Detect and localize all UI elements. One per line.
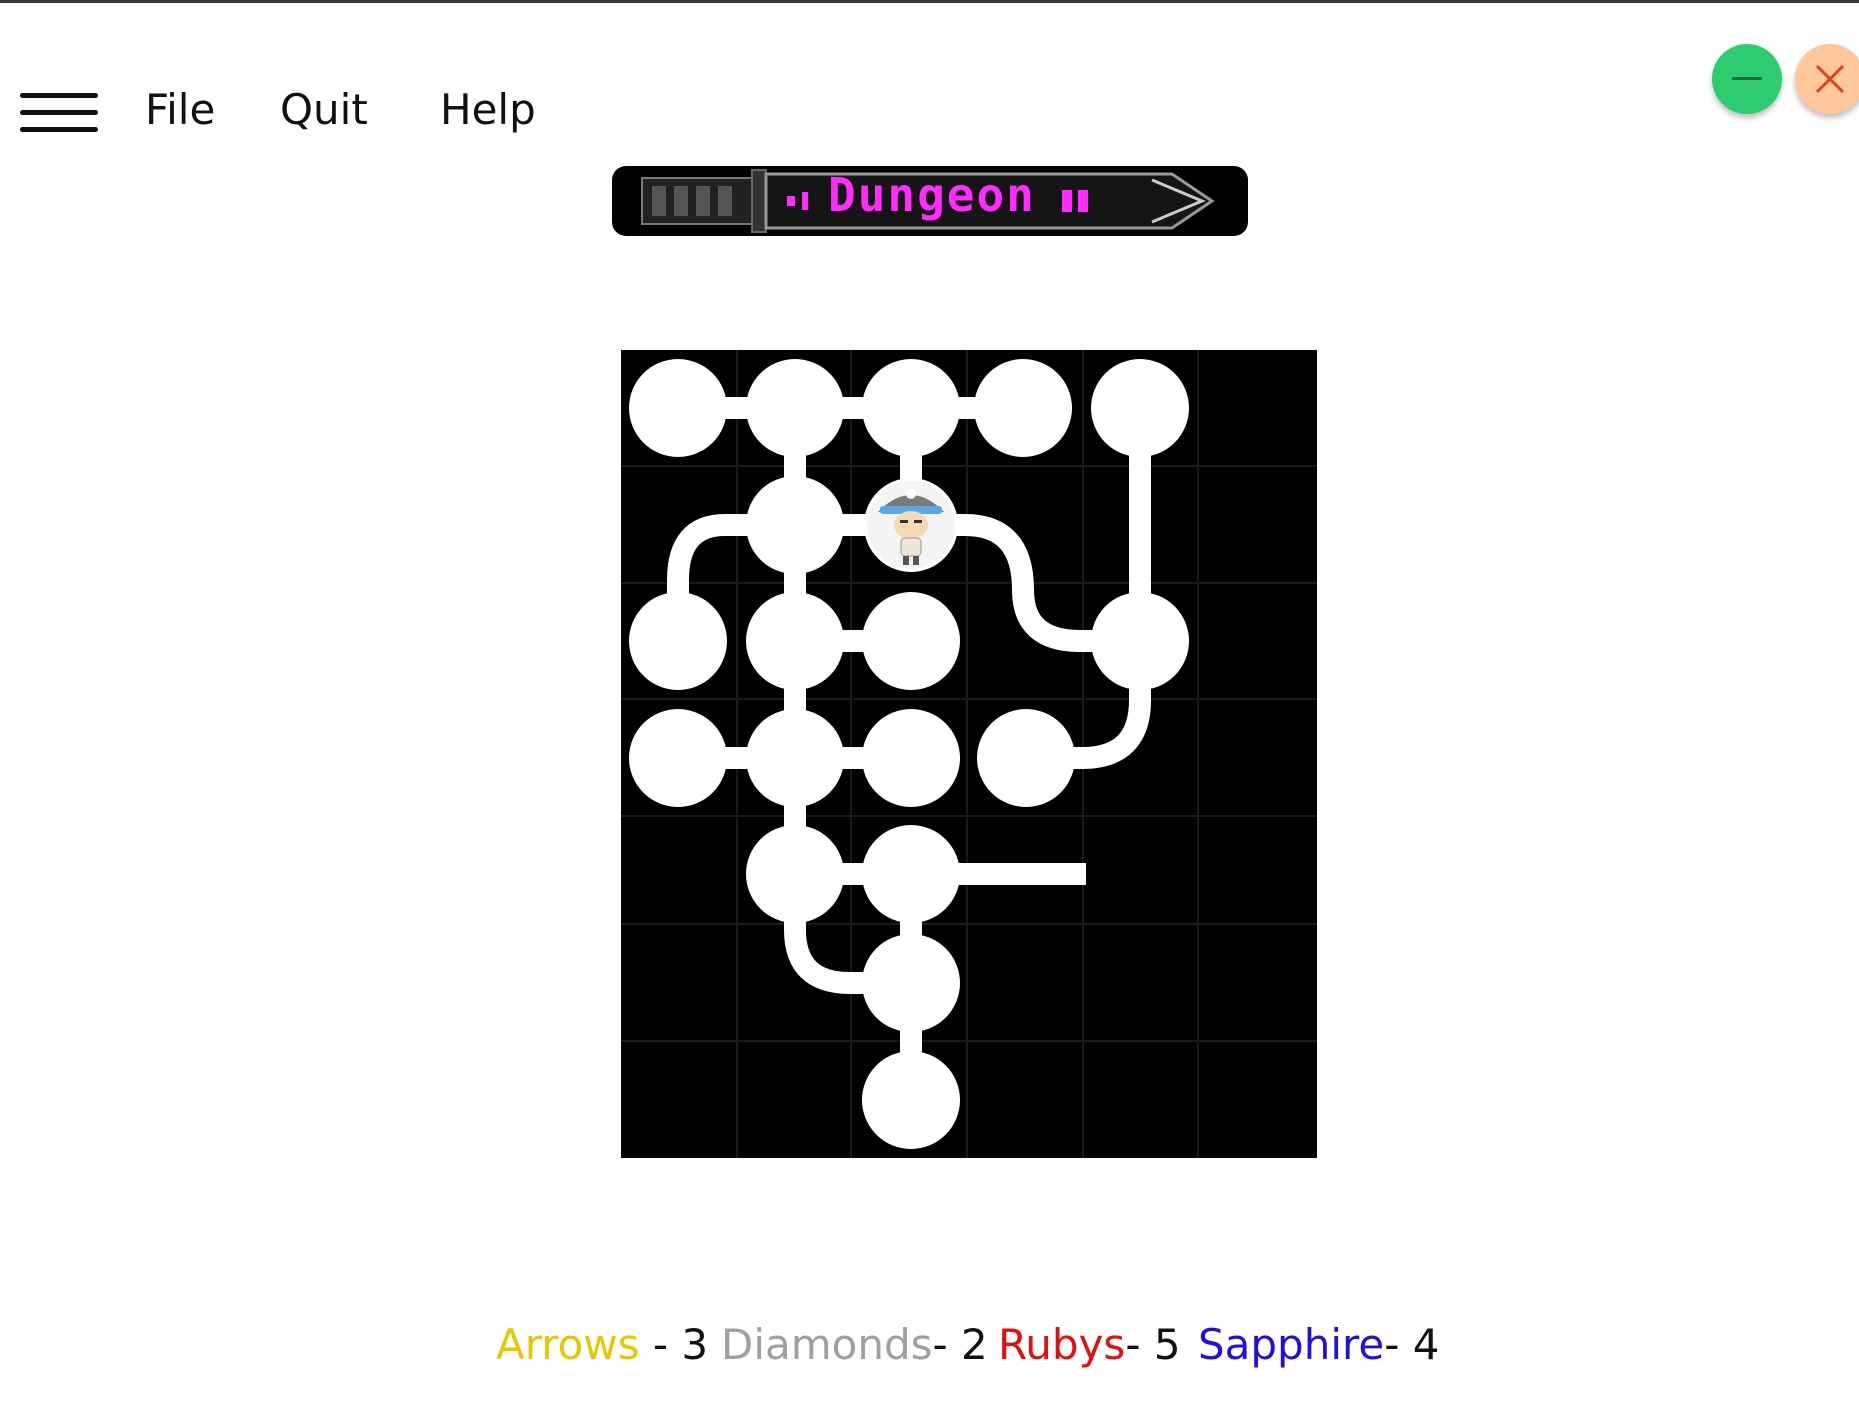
inventory-separator: - — [639, 1320, 682, 1369]
map-node[interactable] — [977, 709, 1075, 807]
map-node[interactable] — [746, 592, 844, 690]
tile-grid — [621, 350, 1317, 1158]
map-node[interactable] — [746, 476, 844, 574]
map-node[interactable] — [629, 359, 727, 457]
inventory-diamonds: Diamonds- 2 — [721, 1320, 988, 1369]
map-node[interactable] — [862, 934, 960, 1032]
dungeon-logo-banner: Dungeon — [612, 166, 1248, 236]
map-node[interactable] — [862, 825, 960, 923]
map-node[interactable] — [1091, 592, 1189, 690]
map-node[interactable] — [862, 709, 960, 807]
window-top-border — [0, 0, 1859, 3]
map-node[interactable] — [974, 359, 1072, 457]
inventory-label: Rubys — [998, 1320, 1126, 1369]
inventory-label: Diamonds — [721, 1320, 933, 1369]
inventory-label: Sapphire — [1198, 1320, 1385, 1369]
minimize-button[interactable] — [1712, 44, 1782, 114]
map-node[interactable] — [629, 709, 727, 807]
map-node[interactable] — [746, 825, 844, 923]
map-node[interactable] — [1091, 359, 1189, 457]
pirate-character-icon — [867, 481, 955, 569]
map-node[interactable] — [862, 359, 960, 457]
inventory-count: 5 — [1153, 1320, 1181, 1369]
player-node[interactable] — [864, 478, 958, 572]
inventory-count: 2 — [961, 1320, 988, 1369]
map-node[interactable] — [862, 592, 960, 690]
map-paths — [667, 397, 1151, 1100]
map-background — [621, 350, 1317, 1158]
inventory-separator: - — [1125, 1320, 1154, 1369]
inventory-count: 3 — [681, 1320, 709, 1369]
hamburger-menu-icon[interactable] — [20, 90, 100, 140]
map-nodes — [629, 359, 1189, 1149]
menu-file[interactable]: File — [145, 85, 215, 134]
inventory-count: 4 — [1412, 1320, 1440, 1369]
inventory-sapphire: Sapphire- 4 — [1198, 1320, 1439, 1369]
map-node[interactable] — [746, 709, 844, 807]
logo-title: Dungeon — [828, 168, 1036, 222]
menu-help[interactable]: Help — [440, 85, 536, 134]
close-button[interactable] — [1795, 44, 1859, 114]
inventory-rubys: Rubys- 5 — [998, 1320, 1181, 1369]
map-node[interactable] — [746, 359, 844, 457]
menu-bar: File Quit Help — [0, 60, 900, 160]
inventory-label: Arrows — [496, 1320, 640, 1369]
map-node[interactable] — [629, 592, 727, 690]
inventory-separator: - — [932, 1320, 962, 1369]
map-node[interactable] — [862, 1051, 960, 1149]
minimize-icon — [1732, 77, 1762, 80]
close-icon — [1815, 64, 1845, 94]
inventory-arrows: Arrows - 3 — [496, 1320, 708, 1369]
inventory-separator: - — [1384, 1320, 1413, 1369]
menu-quit[interactable]: Quit — [280, 85, 368, 134]
